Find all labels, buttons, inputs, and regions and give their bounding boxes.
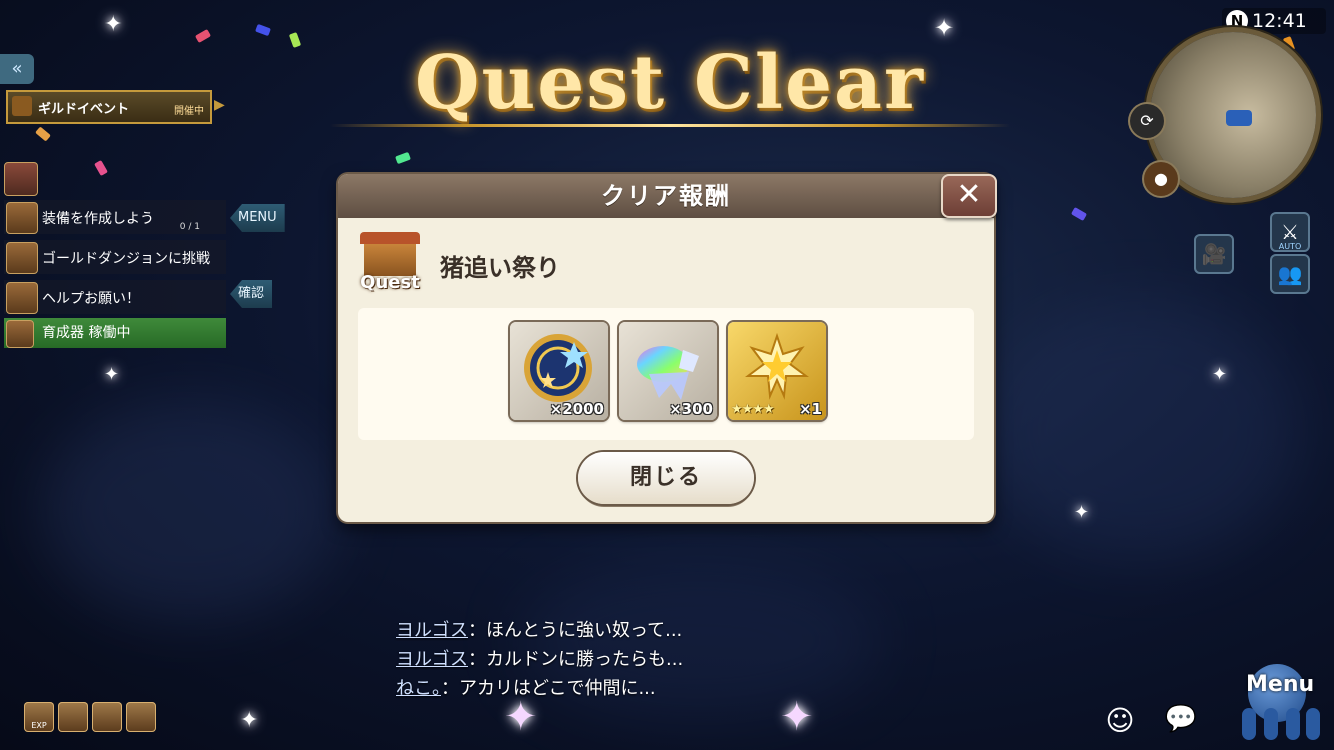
- chat-message: ねこ。：アカリはどこで仲間に...: [396, 674, 683, 703]
- auto-battle-button[interactable]: ⚔ AUTO: [1270, 212, 1310, 252]
- quest-item-label: 装備を作成しよう: [42, 211, 154, 227]
- reward-list: ×2000 ×300 ★★★★ ×1: [358, 308, 974, 440]
- chat-user[interactable]: ヨルゴス: [396, 649, 468, 670]
- confetti: [395, 151, 411, 165]
- clock-time: 12:41: [1252, 10, 1307, 32]
- reward-item[interactable]: ×2000: [510, 322, 608, 420]
- chat-text: ：カルドンに勝ったらも...: [468, 649, 684, 670]
- rarity-stars: ★★★★: [731, 402, 775, 417]
- exp-boost-icon[interactable]: EXP: [24, 702, 54, 732]
- reward-quantity: ×300: [669, 400, 713, 418]
- quest-badge-roof: [360, 232, 420, 244]
- sparkle-icon: ✦: [780, 694, 814, 740]
- incubator-icon: [6, 320, 34, 348]
- chat-message: ヨルゴス：カルドンに勝ったらも...: [396, 645, 683, 674]
- double-chevron-left-icon: «: [11, 58, 23, 79]
- close-icon[interactable]: ✕: [941, 174, 997, 218]
- confetti: [288, 32, 302, 48]
- quest-book-icon[interactable]: [4, 162, 38, 196]
- sparkle-icon: ✦: [240, 708, 259, 733]
- guild-event-label: ギルドイベント: [38, 102, 130, 117]
- title-underline: [330, 124, 1010, 127]
- reward-item[interactable]: ×300: [619, 322, 717, 420]
- quest-clear-title: Quest Clear: [415, 40, 925, 126]
- chat-user[interactable]: ヨルゴス: [396, 620, 468, 641]
- reward-quantity: ×1: [798, 400, 822, 418]
- close-dialog-button[interactable]: 閉じる: [578, 452, 754, 504]
- background-nebula: [40, 400, 340, 620]
- octopus-leg: [1286, 708, 1300, 740]
- confirm-tag-button[interactable]: 確認: [230, 280, 273, 308]
- menu-label: Menu: [1246, 672, 1315, 697]
- confetti: [35, 126, 51, 142]
- octopus-leg: [1306, 708, 1320, 740]
- confetti: [94, 159, 108, 177]
- sparkle-icon: ✦: [1074, 502, 1090, 523]
- quest-badge-label: Quest: [360, 272, 420, 293]
- dialog-title: クリア報酬: [338, 174, 994, 218]
- quest-hammer-icon: [6, 202, 38, 234]
- confetti: [1070, 207, 1088, 221]
- octopus-leg: [1264, 708, 1278, 740]
- quest-dungeon-icon: [6, 242, 38, 274]
- quest-item[interactable]: ゴールドダンジョンに挑戦: [4, 240, 226, 274]
- auto-label: AUTO: [1278, 242, 1302, 251]
- map-zoom-button[interactable]: ⟳: [1130, 104, 1164, 138]
- sidebar-collapse-button[interactable]: «: [0, 54, 34, 84]
- speed-boost-icon[interactable]: [58, 702, 88, 732]
- emote-icon[interactable]: ☺: [1098, 704, 1142, 744]
- chat-user[interactable]: ねこ。: [396, 678, 441, 699]
- player-location-icon: [1226, 110, 1252, 126]
- chat-text: ：ほんとうに強い奴って...: [468, 620, 683, 641]
- sparkle-icon: ✦: [104, 364, 120, 385]
- quest-help-icon: [6, 282, 38, 314]
- menu-tag-button[interactable]: MENU: [230, 204, 285, 232]
- background-nebula: [980, 300, 1300, 560]
- quest-item-label: ゴールドダンジョンに挑戦: [42, 251, 210, 267]
- chevron-right-icon: ▶: [214, 97, 225, 113]
- party-icon[interactable]: 👥: [1270, 254, 1310, 294]
- compass-north-icon: N: [1226, 10, 1248, 32]
- quest-item[interactable]: 育成器 稼働中: [4, 318, 226, 348]
- status-buff-icon[interactable]: [92, 702, 122, 732]
- sparkle-icon: ✦: [934, 14, 955, 42]
- clock-display: N 12:41: [1222, 8, 1326, 34]
- chat-text: ：アカリはどこで仲間に...: [441, 678, 656, 699]
- reward-item[interactable]: ★★★★ ×1: [728, 322, 826, 420]
- guild-event-banner[interactable]: ギルドイベント 開催中: [6, 90, 212, 124]
- guild-event-icon: [12, 96, 32, 116]
- quest-item[interactable]: 装備を作成しよう 0 / 1: [4, 200, 226, 234]
- camera-icon[interactable]: 🎥: [1194, 234, 1234, 274]
- pet-icon[interactable]: ●: [1144, 162, 1178, 196]
- confetti: [194, 29, 212, 43]
- exp-label: EXP: [31, 721, 47, 730]
- quest-item-label: 育成器 稼働中: [42, 325, 131, 341]
- octopus-leg: [1242, 708, 1256, 740]
- guild-event-status: 開催中: [174, 106, 204, 117]
- reward-quantity: ×2000: [549, 400, 604, 418]
- home-buff-icon[interactable]: [126, 702, 156, 732]
- reward-dialog: クリア報酬 Quest 猪追い祭り ×2000 ×300 ★★★★ ×1 閉じる: [338, 174, 994, 522]
- main-menu-button[interactable]: Menu: [1232, 664, 1328, 750]
- chat-log[interactable]: ヨルゴス：ほんとうに強い奴って... ヨルゴス：カルドンに勝ったらも... ねこ…: [396, 616, 683, 703]
- quest-item-label: ヘルプお願い！: [42, 291, 140, 307]
- chat-bubble-icon[interactable]: 💬: [1160, 704, 1202, 740]
- confetti: [255, 23, 271, 37]
- sparkle-icon: ✦: [1212, 364, 1228, 385]
- quest-item-progress: 0 / 1: [179, 222, 200, 232]
- quest-item[interactable]: ヘルプお願い！: [4, 280, 226, 314]
- sparkle-icon: ✦: [104, 12, 123, 37]
- quest-badge-icon: Quest: [356, 232, 424, 296]
- chat-message: ヨルゴス：ほんとうに強い奴って...: [396, 616, 683, 645]
- quest-name: 猪追い祭り: [440, 254, 560, 282]
